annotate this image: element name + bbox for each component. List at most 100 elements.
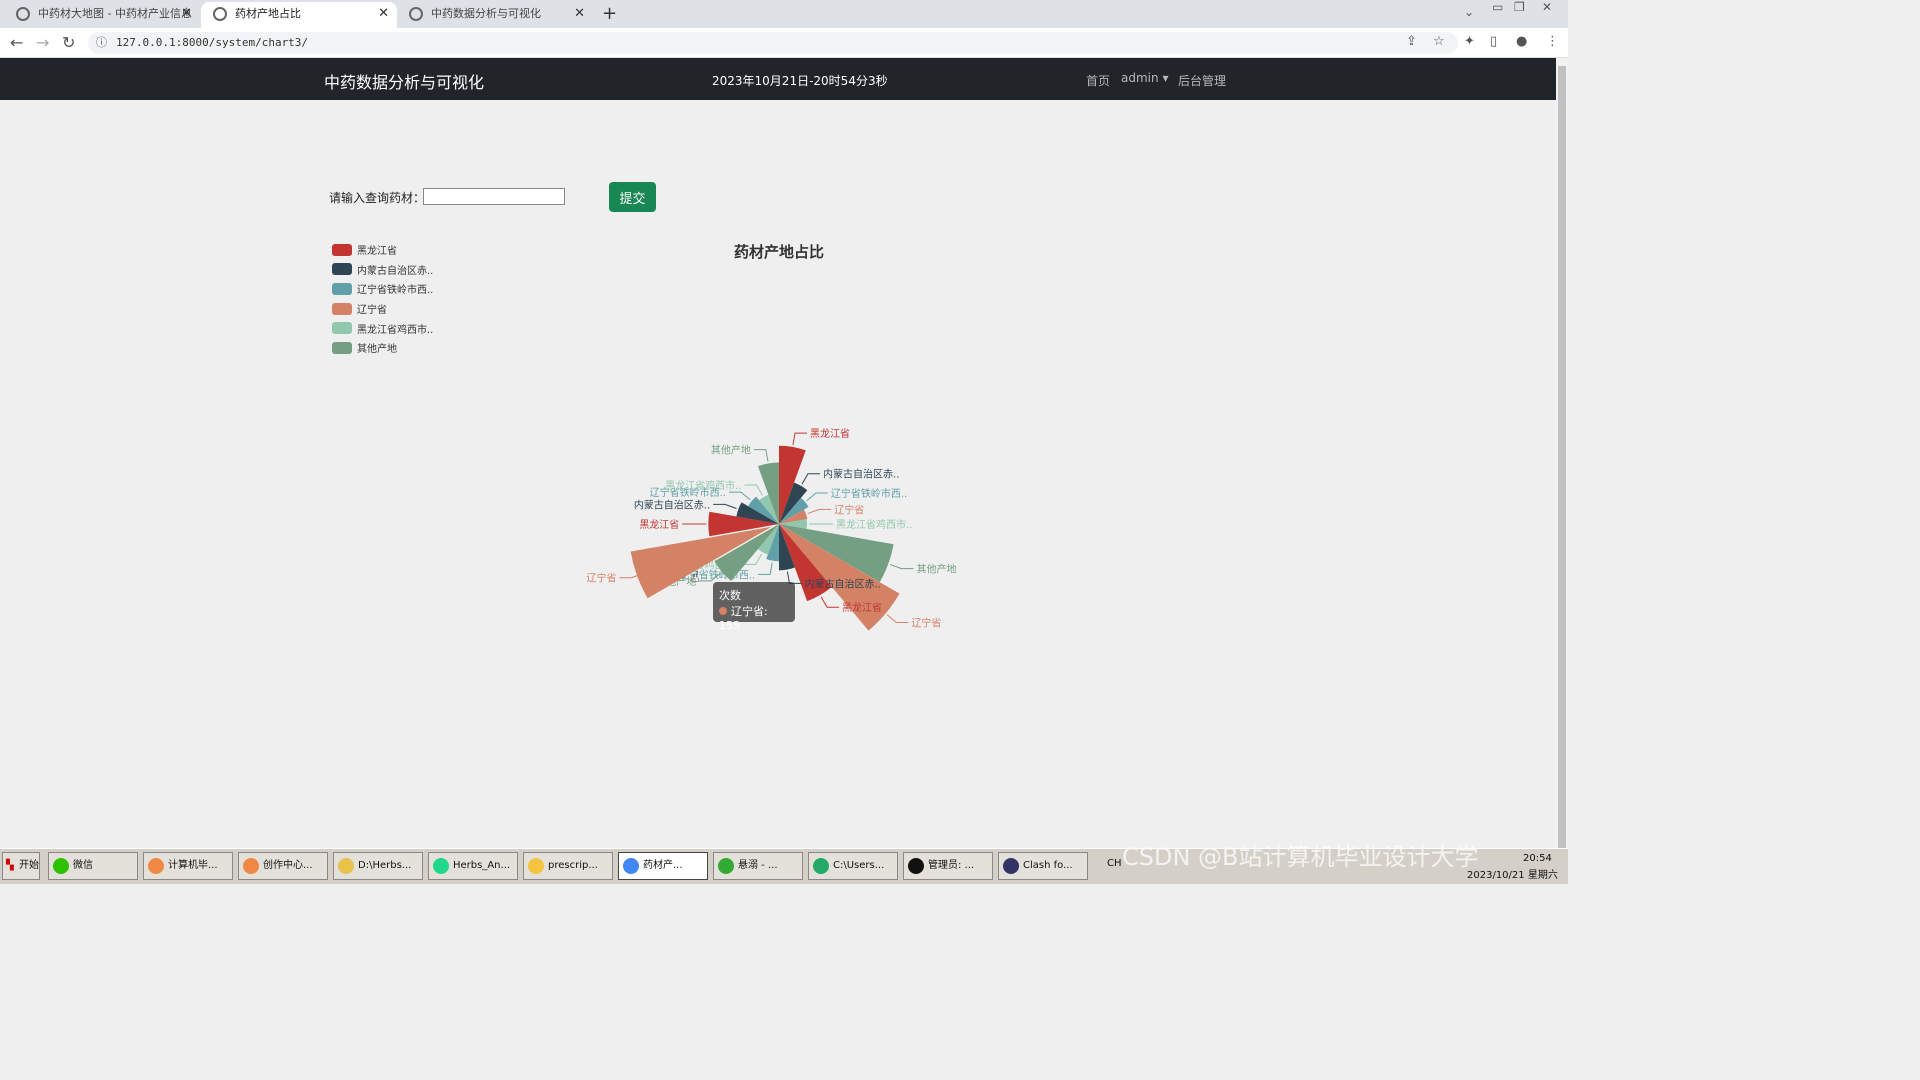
nav-admin-link[interactable]: 后台管理 [1178,72,1226,89]
browser-tab-1[interactable]: 中药材大地图 - 中药材产业信息 ✕ [4,2,200,28]
reload-icon[interactable]: ↻ [62,33,75,52]
close-icon[interactable]: ✕ [378,2,389,26]
pie-slice[interactable] [779,482,808,524]
terminal-icon [813,858,829,874]
tooltip-dot [719,607,727,615]
pie-slice[interactable] [708,511,779,537]
taskbar-button[interactable]: 悬溺 - ... [713,852,803,880]
taskbar-button[interactable]: prescrip... [523,852,613,880]
nav-home-link[interactable]: 首页 [1086,72,1110,89]
chart-title: 药材产地占比 [733,243,824,261]
taskbar-button[interactable]: 药材产... [618,852,708,880]
url-input[interactable]: ⓘ 127.0.0.1:8000/system/chart3/ [88,32,1458,54]
chevron-down-icon[interactable]: ⌄ [1464,5,1474,19]
chart-tooltip: 次数 辽宁省: 155 [713,582,795,632]
slice-label: 其他产地 [711,444,751,457]
browser-tab-2[interactable]: 药材产地占比 ✕ [201,2,397,28]
tab-title: 中药数据分析与可视化 [431,7,541,20]
legend-label: 其他产地 [357,344,397,356]
submit-button[interactable]: 提交 [609,182,656,212]
legend-item[interactable]: 内蒙古自治区赤.. [332,260,433,280]
page-scrollbar[interactable] [1556,58,1568,848]
caret-down-icon: ▾ [1162,71,1169,85]
pie-slice[interactable] [779,524,795,571]
nav-user-dropdown[interactable]: admin ▾ [1121,71,1168,85]
music-icon [718,858,734,874]
pie-chart: 黑龙江省内蒙古自治区赤..辽宁省铁岭市西..辽宁省黑龙江省鸡西市..其他产地辽宁… [586,427,956,631]
pie-slice[interactable] [779,519,808,529]
slice-label: 黑龙江省鸡西市.. [665,479,741,492]
restore-icon[interactable]: ❐ [1514,0,1525,14]
language-indicator[interactable]: CH [1107,858,1122,869]
profile-icon[interactable]: ● [1516,34,1527,49]
pie-slice[interactable] [779,445,806,524]
taskbar-button[interactable]: 计算机毕... [143,852,233,880]
leaf-icon [16,7,30,21]
taskbar-button[interactable]: 管理员: ... [903,852,993,880]
forward-icon[interactable]: → [36,33,49,52]
slice-label: 黑龙江省 [842,601,882,614]
label-leader-line [886,614,909,623]
taskbar-button[interactable]: 创作中心... [238,852,328,880]
cmd-icon [908,858,924,874]
brand-title[interactable]: 中药数据分析与可视化 [324,69,484,93]
legend-swatch [332,302,352,315]
pie-slice[interactable] [779,497,809,524]
tray-time[interactable]: 20:54 [1523,853,1552,864]
label-leader-line [890,564,914,570]
browser-tab-bar: 中药材大地图 - 中药材产业信息 ✕ 药材产地占比 ✕ 中药数据分析与可视化 ✕… [0,0,1568,28]
taskbar-button[interactable]: Herbs_An... [428,852,518,880]
taskbar-button-label: 计算机毕... [168,860,218,871]
legend-item[interactable]: 其他产地 [332,338,433,358]
new-tab-icon[interactable]: + [602,3,617,24]
legend-swatch [332,243,352,256]
share-icon[interactable]: ⇪ [1406,34,1417,49]
pie-slice[interactable] [779,524,900,631]
tray-date[interactable]: 2023/10/21 星期六 [1467,866,1558,881]
pie-slice[interactable] [714,524,779,582]
legend-item[interactable]: 辽宁省 [332,299,433,319]
browser-tab-3[interactable]: 中药数据分析与可视化 ✕ [397,2,593,28]
tooltip-title: 次数 [719,589,741,602]
pie-slice[interactable] [748,496,779,524]
clash-icon [1003,858,1019,874]
info-icon[interactable]: ⓘ [96,32,107,54]
menu-icon[interactable]: ⋮ [1546,34,1559,49]
taskbar-button[interactable]: C:\Users... [808,852,898,880]
label-leader-line [807,508,832,514]
browser-icon [148,858,164,874]
back-icon[interactable]: ← [10,33,23,52]
close-icon[interactable]: ✕ [181,2,192,26]
tab-title: 中药材大地图 - 中药材产业信息 [38,7,192,20]
star-icon[interactable]: ☆ [1433,34,1445,49]
legend-item[interactable]: 辽宁省铁岭市西.. [332,279,433,299]
legend-item[interactable]: 黑龙江省 [332,240,433,260]
taskbar-button[interactable]: D:\Herbs... [333,852,423,880]
label-leader-line [744,484,763,496]
minimize-icon[interactable]: ▭ [1492,0,1503,14]
slice-label: 黑龙江省 [639,518,679,531]
sidepanel-icon[interactable]: ▯ [1490,34,1497,49]
pie-slice[interactable] [736,502,779,524]
windows-logo-icon: ▚ [6,860,14,871]
taskbar-button[interactable]: Clash fo... [998,852,1088,880]
taskbar-button[interactable]: 微信 [48,852,138,880]
datetime-display: 2023年10月21日-20时54分3秒 [712,74,888,88]
site-navbar: 中药数据分析与可视化 2023年10月21日-20时54分3秒 首页 admin… [0,58,1556,100]
close-window-icon[interactable]: ✕ [1542,0,1552,14]
pie-slice[interactable] [779,509,808,524]
pie-slice[interactable] [759,494,779,524]
pie-slice[interactable] [766,524,779,562]
legend-swatch [332,341,352,354]
pie-slice[interactable] [779,524,894,583]
pie-slice[interactable] [758,524,779,555]
extensions-icon[interactable]: ✦ [1464,34,1475,49]
herb-search-input[interactable] [423,188,565,205]
taskbar-button-label: prescrip... [548,860,598,871]
scroll-thumb[interactable] [1558,66,1566,848]
pie-slice[interactable] [757,462,779,524]
start-button[interactable]: ▚ 开始 [2,852,40,880]
legend-item[interactable]: 黑龙江省鸡西市.. [332,318,433,338]
close-icon[interactable]: ✕ [574,2,585,26]
globe-icon [213,7,227,21]
